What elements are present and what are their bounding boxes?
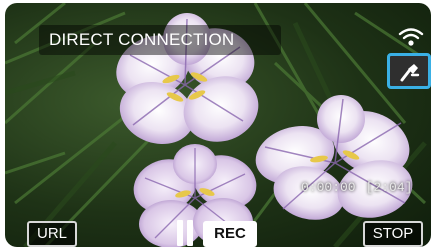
iris-flower-right bbox=[255, 95, 413, 220]
stop-button[interactable]: STOP bbox=[363, 221, 423, 247]
url-button[interactable]: URL bbox=[27, 221, 77, 247]
elapsed-time: 0:00:00 bbox=[301, 180, 356, 195]
connection-mode-title: DIRECT CONNECTION bbox=[39, 25, 281, 55]
pause-icon[interactable] bbox=[175, 220, 195, 246]
direct-connection-button[interactable] bbox=[387, 53, 431, 89]
wifi-icon bbox=[398, 28, 424, 46]
remaining-time: [2:04] bbox=[365, 180, 413, 195]
direct-connection-icon bbox=[400, 64, 420, 82]
camera-live-view: DIRECT CONNECTION 0:00:00 [2:04] URL REC … bbox=[5, 3, 431, 247]
rec-button[interactable]: REC bbox=[203, 221, 257, 247]
recording-timecode: 0:00:00 [2:04] bbox=[301, 180, 412, 195]
